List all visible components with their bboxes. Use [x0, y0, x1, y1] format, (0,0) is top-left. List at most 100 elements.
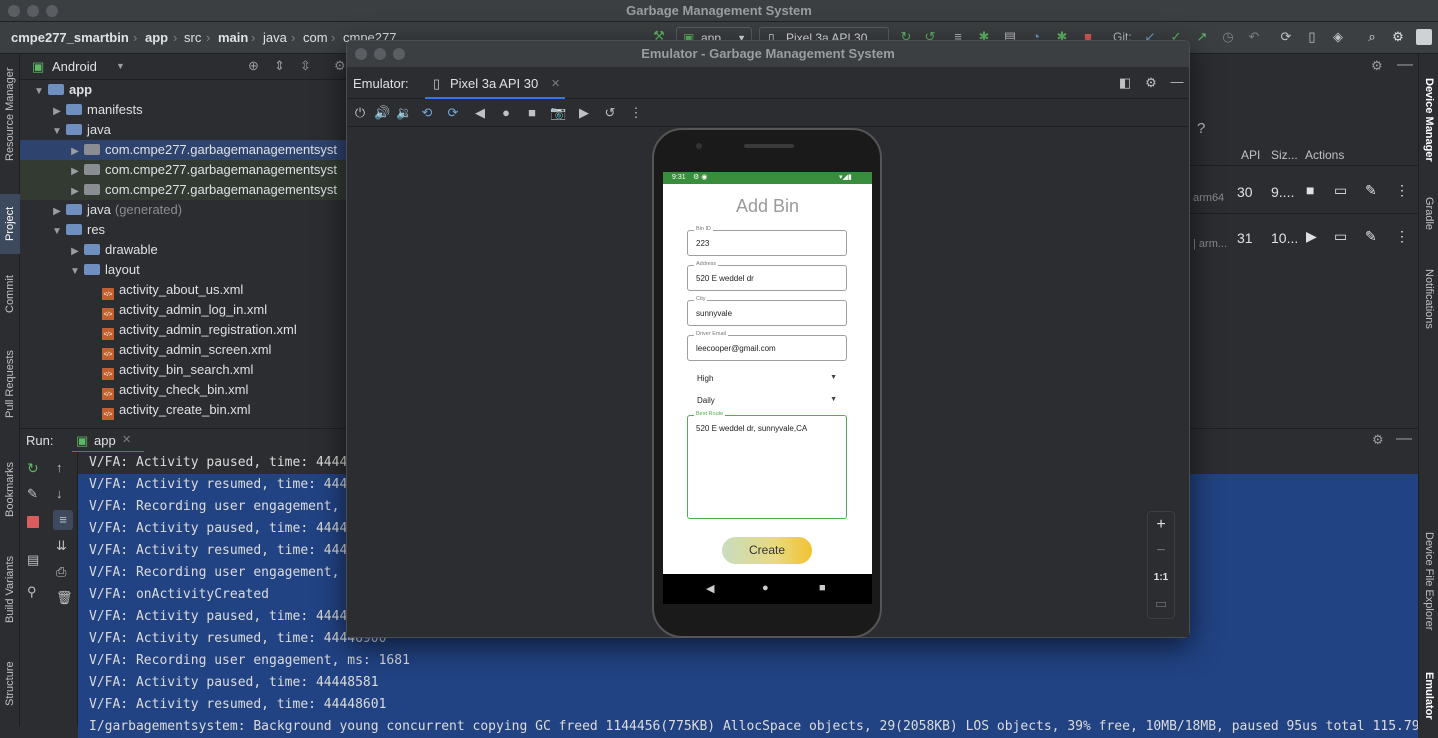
video-icon[interactable]: ▶ — [576, 105, 592, 121]
volume-down-icon[interactable]: 🔉 — [396, 105, 412, 121]
chevron-down-icon[interactable]: ▼ — [50, 222, 64, 240]
tab-notifications[interactable]: Notifications — [1419, 259, 1438, 339]
wrench-icon[interactable]: ✎ — [27, 486, 38, 502]
minimize-window-button[interactable] — [374, 48, 386, 60]
trash-icon[interactable]: 🗑 — [56, 590, 73, 606]
tab-device-file-explorer[interactable]: Device File Explorer — [1419, 524, 1438, 639]
home-icon[interactable]: ● — [498, 105, 514, 121]
app-screen[interactable]: 9:31 ⚙ ◉ ▾◢▮ Add Bin Bin ID 223 Address … — [663, 172, 872, 574]
breadcrumb-src[interactable]: src — [184, 30, 201, 45]
tab-build-variants[interactable]: Build Variants — [0, 549, 20, 629]
avatar[interactable] — [1416, 29, 1432, 45]
fit-screen-icon[interactable]: ▭ — [1153, 596, 1169, 612]
print-icon[interactable]: ⎙ — [56, 564, 66, 580]
expand-all-icon[interactable]: ⇕ — [274, 58, 285, 74]
home-icon[interactable]: ● — [762, 582, 769, 594]
arrow-up-icon[interactable]: ↑ — [56, 460, 63, 475]
overview-icon[interactable]: ■ — [819, 582, 826, 594]
gear-icon[interactable]: ⚙ — [334, 58, 346, 74]
close-icon[interactable]: ✕ — [551, 77, 560, 90]
zoom-window-button[interactable] — [393, 48, 405, 60]
tree-file-item[interactable]: </> activity_create_bin.xml — [20, 400, 350, 420]
close-window-button[interactable] — [8, 5, 20, 17]
tree-folder-item[interactable]: ▼ layout — [20, 260, 350, 280]
tree-file-item[interactable]: </> activity_admin_log_in.xml — [20, 300, 350, 320]
more-icon[interactable]: ⋮ — [1395, 182, 1409, 199]
tree-file-item[interactable]: </> activity_admin_registration.xml — [20, 320, 350, 340]
search-icon[interactable]: ⌕ — [1364, 29, 1380, 45]
close-icon[interactable]: ✕ — [122, 433, 131, 446]
more-icon[interactable]: ⋮ — [628, 105, 644, 121]
tree-folder-item[interactable]: ▶ manifests — [20, 100, 350, 120]
breadcrumb-app[interactable]: app — [145, 30, 168, 45]
tab-emulator-device[interactable]: ▯ Pixel 3a API 30 ✕ — [425, 67, 565, 99]
minimize-window-button[interactable] — [27, 5, 39, 17]
tree-file-item[interactable]: </> activity_check_bin.xml — [20, 380, 350, 400]
window-mode-icon[interactable]: ◧ — [1117, 75, 1133, 91]
create-button[interactable]: Create — [722, 537, 812, 564]
git-push-icon[interactable]: ↗ — [1194, 29, 1210, 45]
rotate-right-icon[interactable]: ⟳ — [445, 105, 461, 121]
tree-file-item[interactable]: </> activity_about_us.xml — [20, 280, 350, 300]
soft-wrap-icon[interactable]: ≡ — [53, 510, 73, 530]
scroll-to-end-icon[interactable]: ⇊ — [56, 538, 67, 554]
column-size[interactable]: Siz... — [1271, 148, 1298, 162]
zoom-window-button[interactable] — [46, 5, 58, 17]
minimize-icon[interactable]: — — [1397, 56, 1413, 74]
tab-commit[interactable]: Commit — [0, 269, 20, 319]
breadcrumb-main[interactable]: main — [218, 30, 248, 45]
volume-up-icon[interactable]: 🔊 — [374, 105, 390, 121]
arrow-down-icon[interactable]: ↓ — [56, 486, 63, 501]
rollback-icon[interactable]: ↶ — [1246, 29, 1262, 45]
breadcrumb-com[interactable]: com — [303, 30, 328, 45]
driver-email-field[interactable]: Driver Email leecooper@gmail.com — [687, 331, 847, 361]
play-icon[interactable]: ▶ — [1306, 228, 1317, 245]
tree-folder-item[interactable]: ▶ com.cmpe277.garbagemanagementsyst — [20, 180, 350, 200]
chevron-down-icon[interactable]: ▼ — [32, 82, 46, 100]
help-icon[interactable]: ? — [1197, 120, 1205, 137]
tab-resource-manager[interactable]: Resource Manager — [0, 64, 20, 164]
back-icon[interactable]: ◀ — [472, 105, 488, 121]
best-route-field[interactable]: Best Route 520 E weddel dr, sunnyvale,CA — [687, 411, 847, 519]
rerun-icon[interactable]: ↻ — [27, 460, 39, 477]
zoom-in-icon[interactable]: + — [1153, 517, 1169, 533]
address-field[interactable]: Address 520 E weddel dr — [687, 261, 847, 291]
breadcrumb-project[interactable]: cmpe277_smartbin — [11, 30, 129, 45]
chevron-right-icon[interactable]: ▶ — [68, 182, 82, 200]
close-window-button[interactable] — [355, 48, 367, 60]
minimize-icon[interactable]: — — [1169, 74, 1185, 90]
chevron-right-icon[interactable]: ▶ — [68, 162, 82, 180]
tab-device-manager[interactable]: Device Manager — [1419, 74, 1438, 166]
collapse-all-icon[interactable]: ⇳ — [300, 58, 311, 74]
edit-icon[interactable]: ✎ — [1365, 228, 1377, 245]
chevron-right-icon[interactable]: ▶ — [50, 102, 64, 120]
tree-folder-item[interactable]: ▶ java (generated) — [20, 200, 350, 220]
priority-spinner[interactable]: High ▼ — [697, 374, 837, 383]
breadcrumb-java[interactable]: java — [263, 30, 287, 45]
chevron-right-icon[interactable]: ▶ — [68, 242, 82, 260]
zoom-actual-size[interactable]: 1:1 — [1153, 570, 1169, 586]
column-api[interactable]: API — [1241, 148, 1260, 162]
zoom-out-icon[interactable]: − — [1153, 543, 1169, 559]
folder-icon[interactable]: ▭ — [1334, 182, 1347, 199]
tree-folder-item[interactable]: ▶ drawable — [20, 240, 350, 260]
history-icon[interactable]: ◷ — [1220, 29, 1236, 45]
chevron-right-icon[interactable]: ▶ — [50, 202, 64, 220]
edit-icon[interactable]: ✎ — [1365, 182, 1377, 199]
sync-gradle-icon[interactable]: ⟳ — [1278, 29, 1294, 45]
tree-folder-item[interactable]: ▼ app — [20, 80, 350, 100]
camera-icon[interactable]: 📷 — [550, 105, 566, 121]
chevron-down-icon[interactable]: ▼ — [50, 122, 64, 140]
city-field[interactable]: City sunnyvale — [687, 296, 847, 326]
gear-icon[interactable]: ⚙ — [1143, 75, 1159, 91]
tab-structure[interactable]: Structure — [0, 654, 20, 714]
pin-icon[interactable]: ⚲ — [27, 584, 37, 600]
back-icon[interactable]: ◀ — [706, 582, 714, 595]
tab-bookmarks[interactable]: Bookmarks — [0, 454, 20, 524]
tree-folder-item[interactable]: ▶ com.cmpe277.garbagemanagementsyst — [20, 160, 350, 180]
tree-folder-item[interactable]: ▼ java — [20, 120, 350, 140]
tree-file-item[interactable]: </> activity_admin_screen.xml — [20, 340, 350, 360]
tree-file-item[interactable]: </> activity_bin_search.xml — [20, 360, 350, 380]
tab-project[interactable]: Project — [0, 194, 20, 254]
chevron-right-icon[interactable]: ▶ — [68, 142, 82, 160]
